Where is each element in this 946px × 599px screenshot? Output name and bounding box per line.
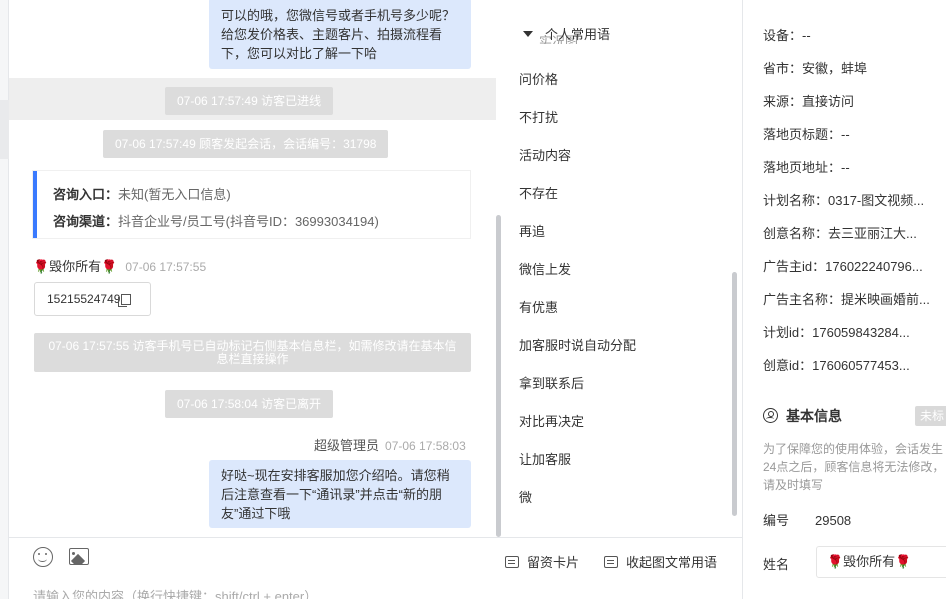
phrase-item[interactable]: 让加客服 [519, 449, 571, 468]
agent-message: 可以的哦，您微信号或者手机号多少呢？给您发价格表、主题客片、拍摄流程看下，您可以… [209, 0, 471, 69]
phrase-item[interactable]: 加客服时说自动分配 [519, 335, 636, 354]
field-value: -- [802, 28, 811, 43]
user-icon [763, 408, 778, 423]
field-value: 提米映画婚前... [841, 292, 930, 307]
field-value: 176060577453... [812, 358, 910, 373]
consult-info-card: 咨询入口：未知(暂无入口信息) 咨询渠道：抖音企业号/员工号(抖音号ID：369… [33, 171, 470, 238]
plan-id-field: 计划id：176059843284... [763, 322, 910, 341]
lead-card-label: 留资卡片 [527, 555, 580, 570]
emoji-icon[interactable] [33, 547, 53, 567]
field-label: 来源： [763, 94, 803, 109]
phrase-item[interactable]: 问价格 [519, 69, 558, 88]
channel-value: 抖音企业号/员工号(抖音号ID：36993034194) [118, 214, 379, 229]
field-label: 省市： [763, 61, 803, 76]
message-input[interactable]: 请输入您的内容（换行快捷键：shift/ctrl + enter） [33, 586, 317, 599]
system-message-enter: 07-06 17:57:49 访客已进线 [165, 87, 334, 115]
left-strip-highlight [0, 100, 9, 159]
visitor-id-row: 编号 29508 [763, 510, 851, 529]
visitor-info-panel: 设备：-- 省市：安徽，蚌埠 来源：直接访问 落地页标题：-- 落地页地址：--… [743, 0, 946, 599]
field-label: 落地页标题： [763, 127, 842, 142]
collapse-phrases-label: 收起图文常用语 [626, 555, 718, 570]
field-label: 广告主id： [763, 259, 826, 274]
phrase-panel: 实况图 个人常用语 问价格 不打扰 活动内容 不存在 再追 微信上发 有优惠 加… [503, 0, 742, 537]
creative-id-field: 创意id：176060577453... [763, 355, 910, 374]
entry-label: 咨询入口： [53, 187, 119, 202]
field-value: 安徽，蚌埠 [802, 61, 868, 76]
field-label: 创意id： [763, 358, 813, 373]
phrase-item[interactable]: 微 [519, 487, 532, 506]
visitor-name: 🌹毁你所有🌹 [33, 259, 118, 274]
agent-message: 好哒~现在安排客服加您介绍哈。请您稍后注意查看一下“通讯录”并点击“新的朋友”通… [209, 460, 471, 528]
field-value: 176022240796... [825, 259, 923, 274]
chat-scrollbar[interactable] [496, 215, 501, 537]
field-label: 设备： [763, 28, 803, 43]
agent-time: 07-06 17:58:03 [385, 439, 466, 453]
phrase-item[interactable]: 活动内容 [519, 145, 571, 164]
lead-card-button[interactable]: 留资卡片 [505, 552, 579, 571]
field-label: 计划名称： [763, 193, 829, 208]
system-message-phone-marked: 07-06 17:57:55 访客手机号已自动标记右侧基本信息栏，如需修改请在基… [34, 333, 471, 372]
phrase-item[interactable]: 对比再决定 [519, 411, 584, 430]
advertiser-name-field: 广告主名称：提米映画婚前... [763, 289, 930, 308]
entry-row: 咨询入口：未知(暂无入口信息) [53, 181, 454, 208]
field-value: 直接访问 [802, 94, 855, 109]
visitor-time: 07-06 17:57:55 [125, 260, 207, 274]
field-label: 落地页地址： [763, 160, 842, 175]
channel-row: 咨询渠道：抖音企业号/员工号(抖音号ID：36993034194) [53, 208, 454, 235]
system-message-session: 07-06 17:57:49 顾客发起会话，会话编号：31798 [103, 130, 389, 158]
field-value: 29508 [815, 513, 852, 528]
basic-info-title: 基本信息 [763, 406, 842, 426]
system-message-leave: 07-06 17:58:04 访客已离开 [165, 390, 334, 418]
phrase-item[interactable]: 不打扰 [519, 107, 558, 126]
device-field: 设备：-- [763, 25, 811, 44]
phrase-scrollbar[interactable] [732, 272, 737, 516]
advertiser-id-field: 广告主id：176022240796... [763, 256, 923, 275]
field-label: 广告主名称： [763, 292, 842, 307]
entry-value: 未知(暂无入口信息) [118, 187, 231, 202]
visitor-phone-message[interactable]: 15215524749 [34, 282, 151, 316]
visitor-header: 🌹毁你所有🌹 07-06 17:57:55 [33, 256, 206, 275]
phrase-item[interactable]: 再追 [519, 221, 545, 240]
visitor-phone: 15215524749 [47, 292, 121, 306]
province-city-field: 省市：安徽，蚌埠 [763, 58, 867, 77]
field-value: -- [841, 127, 850, 142]
chat-history[interactable]: 可以的哦，您微信号或者手机号多少呢？给您发价格表、主题客片、拍摄流程看下，您可以… [9, 0, 503, 537]
plan-name-field: 计划名称：0317-图文视频... [763, 190, 924, 209]
field-label: 计划id： [763, 325, 813, 340]
phrase-item[interactable]: 微信上发 [519, 259, 571, 278]
landing-title-field: 落地页标题：-- [763, 124, 850, 143]
caret-down-icon [523, 31, 533, 37]
agent-name: 超级管理员 [314, 438, 380, 453]
basic-info-label: 基本信息 [786, 408, 842, 424]
agent-header: 超级管理员 07-06 17:58:03 [314, 435, 466, 454]
phrase-item[interactable]: 拿到联系后 [519, 373, 584, 392]
phrase-icon [604, 556, 618, 568]
image-icon[interactable] [69, 548, 89, 565]
message-editor[interactable]: 留资卡片 收起图文常用语 请输入您的内容（换行快捷键：shift/ctrl + … [9, 537, 742, 599]
phrase-group-title: 个人常用语 [545, 27, 611, 42]
edit-notice: 为了保障您的使用体验，会话发生24点之后，顾客信息将无法修改，请及时填写 [763, 442, 945, 492]
name-label: 姓名 [763, 557, 790, 572]
name-field[interactable]: 🌹毁你所有🌹 [816, 546, 946, 578]
field-label: 编号 [763, 513, 790, 528]
field-value: 176059843284... [812, 325, 910, 340]
phrase-item[interactable]: 有优惠 [519, 297, 558, 316]
card-icon [505, 556, 519, 568]
status-badge[interactable]: 未标 [915, 406, 946, 426]
landing-url-field: 落地页地址：-- [763, 157, 850, 176]
channel-label: 咨询渠道： [53, 214, 119, 229]
copy-icon[interactable] [118, 294, 132, 307]
collapse-phrases-button[interactable]: 收起图文常用语 [604, 552, 717, 571]
field-label: 创意名称： [763, 226, 829, 241]
phrase-item[interactable]: 不存在 [519, 183, 558, 202]
source-field: 来源：直接访问 [763, 91, 854, 110]
field-value: -- [841, 160, 850, 175]
left-strip [0, 0, 9, 599]
field-value: 去三亚丽江大... [828, 226, 917, 241]
field-value: 0317-图文视频... [828, 193, 925, 208]
phrase-group-header[interactable]: 个人常用语 [523, 24, 610, 43]
creative-name-field: 创意名称：去三亚丽江大... [763, 223, 917, 242]
